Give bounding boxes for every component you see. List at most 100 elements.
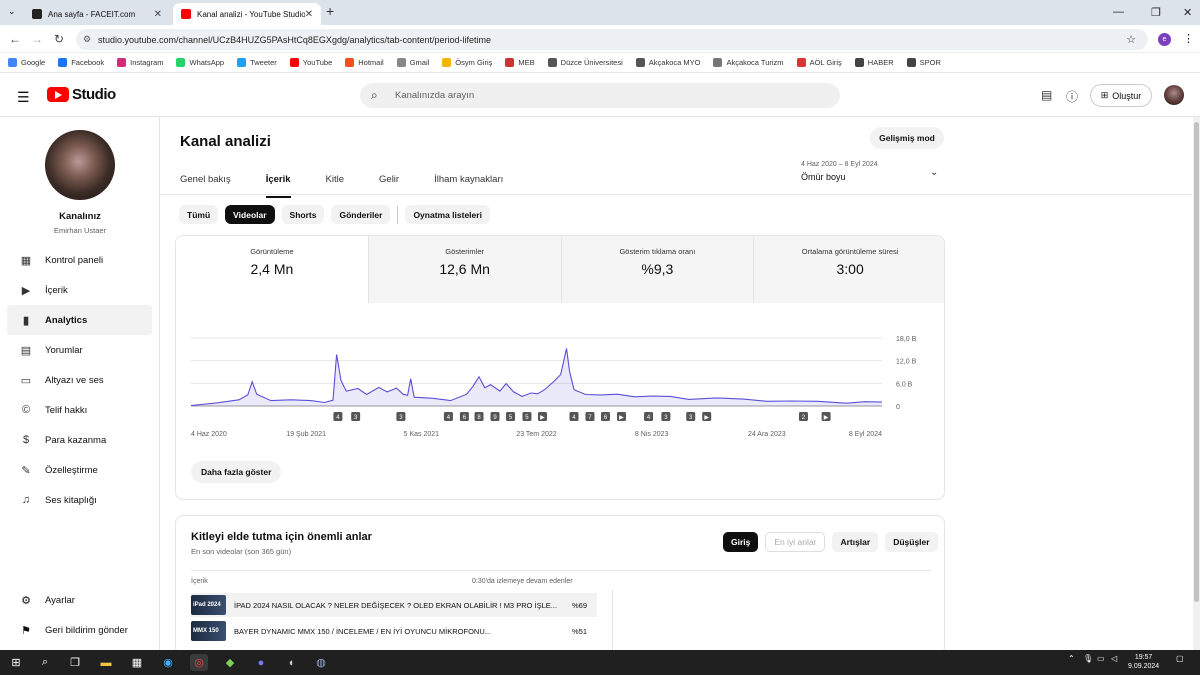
publish-marker[interactable]: 3: [686, 412, 696, 421]
steam-icon[interactable]: ◍: [312, 654, 330, 671]
chrome-icon[interactable]: ◎: [190, 654, 208, 671]
profile-avatar[interactable]: e: [1158, 33, 1171, 46]
sidebar-item-settings[interactable]: ⚙ Ayarlar: [7, 585, 152, 615]
app-icon[interactable]: ◖: [282, 654, 300, 671]
close-tab-icon[interactable]: ✕: [305, 9, 313, 20]
publish-marker[interactable]: 6: [459, 412, 469, 421]
network-icon[interactable]: ▭: [1097, 654, 1105, 663]
filter-chip[interactable]: Gönderiler: [331, 205, 391, 224]
tab-search-icon[interactable]: ⌄: [8, 6, 16, 17]
minimize-icon[interactable]: —: [1113, 6, 1124, 18]
bookmark-item[interactable]: AÖL Giriş: [796, 58, 842, 67]
studio-logo[interactable]: Studio: [47, 86, 116, 103]
metric-tab[interactable]: Gösterim tıklama oranı %9,3: [560, 236, 754, 303]
publish-marker[interactable]: 3: [351, 412, 361, 421]
sidebar-item-customization[interactable]: ✎ Özelleştirme: [7, 455, 152, 485]
help-icon[interactable]: ⓘ: [1066, 88, 1078, 105]
sidebar-item-monetization[interactable]: $ Para kazanma: [7, 425, 152, 455]
sidebar-item-copyright[interactable]: © Telif hakkı: [7, 395, 152, 425]
volume-icon[interactable]: ◁: [1111, 654, 1117, 663]
restore-icon[interactable]: ❐: [1151, 6, 1161, 19]
publish-marker[interactable]: 3: [396, 412, 406, 421]
publish-marker[interactable]: 6: [601, 412, 611, 421]
metric-tab[interactable]: Görüntüleme 2,4 Mn: [176, 236, 368, 303]
bookmark-item[interactable]: Gmail: [396, 58, 429, 67]
views-line-chart[interactable]: 18,0 B 12,0 B 6,0 B 0 4 Haz 2020 19 Şub 2021 5…: [176, 326, 945, 451]
advanced-mode-button[interactable]: Gelişmiş mod: [870, 127, 944, 149]
page-scrollbar[interactable]: [1193, 117, 1200, 650]
file-explorer-icon[interactable]: ▬: [97, 654, 115, 671]
sidebar-item-feedback[interactable]: ⚑ Geri bildirim gönder: [7, 615, 152, 645]
task-view-icon[interactable]: ❐: [66, 654, 84, 671]
tray-chevron-icon[interactable]: ⌃: [1068, 654, 1075, 663]
bookmark-item[interactable]: SPOR: [906, 58, 941, 67]
period-selector[interactable]: Ömür boyu: [801, 172, 846, 182]
new-tab-icon[interactable]: +: [326, 3, 334, 19]
publish-marker[interactable]: ▶: [537, 412, 547, 421]
sidebar-item-content[interactable]: ▶ İçerik: [7, 275, 152, 305]
show-more-button[interactable]: Daha fazla göster: [191, 461, 282, 483]
bookmark-item[interactable]: WhatsApp: [176, 58, 224, 67]
bookmark-item[interactable]: Facebook: [58, 58, 104, 67]
account-avatar[interactable]: [1164, 85, 1184, 105]
chevron-down-icon[interactable]: ⌄: [930, 167, 938, 178]
bookmark-item[interactable]: Akçakoca MYO: [635, 58, 700, 67]
publish-marker[interactable]: 5: [506, 412, 516, 421]
clock[interactable]: 19:57 9.09.2024: [1128, 653, 1159, 671]
sidebar-item-audio-library[interactable]: ♫ Ses kitaplığı: [7, 485, 152, 515]
scrollbar-thumb[interactable]: [1194, 122, 1199, 602]
publish-marker[interactable]: 7: [585, 412, 595, 421]
back-icon[interactable]: ←: [9, 32, 21, 46]
publish-marker[interactable]: ▶: [616, 412, 626, 421]
channel-avatar[interactable]: [45, 130, 115, 200]
publish-marker[interactable]: 4: [443, 412, 453, 421]
filter-chip[interactable]: Tümü: [179, 205, 219, 224]
close-tab-icon[interactable]: ✕: [154, 9, 162, 20]
bookmark-item[interactable]: Tweeter: [237, 58, 277, 67]
publish-marker[interactable]: 4: [644, 412, 654, 421]
sidebar-item-dashboard[interactable]: ▦ Kontrol paneli: [7, 245, 152, 275]
publish-marker[interactable]: ▶: [702, 412, 712, 421]
filter-chip[interactable]: Videolar: [225, 205, 275, 224]
notifications-icon[interactable]: ▢: [1176, 654, 1184, 663]
taskbar-search-icon[interactable]: ⌕: [36, 654, 54, 671]
publish-marker[interactable]: 3: [661, 412, 671, 421]
store-icon[interactable]: ▦: [128, 654, 146, 671]
bookmark-item[interactable]: HABER: [854, 58, 894, 67]
search-input[interactable]: ⌕ Kanalınızda arayın: [360, 83, 840, 108]
publish-marker[interactable]: 8: [474, 412, 484, 421]
window-close-icon[interactable]: ✕: [1183, 6, 1192, 19]
bookmark-item[interactable]: Ösym Giriş: [442, 58, 492, 67]
retention-button[interactable]: Giriş: [723, 532, 759, 552]
discord-icon[interactable]: ●: [252, 654, 270, 671]
bookmark-item[interactable]: MEB: [505, 58, 535, 67]
edge-icon[interactable]: ◉: [159, 654, 177, 671]
windows-start-icon[interactable]: ⊞: [7, 654, 25, 671]
sidebar-item-comments[interactable]: ▤ Yorumlar: [7, 335, 152, 365]
browser-tab-studio[interactable]: Kanal analizi - YouTube Studio ✕: [173, 3, 321, 25]
browser-tab-faceit[interactable]: Ana sayfa - FACEIT.com ✕: [24, 3, 170, 25]
menu-icon[interactable]: ☰: [17, 89, 30, 106]
forward-icon[interactable]: →: [31, 32, 43, 46]
url-bar[interactable]: ⚙ studio.youtube.com/channel/UCzB4HUZG5P…: [76, 29, 1148, 50]
bookmark-item[interactable]: YouTube: [289, 58, 332, 67]
bookmark-item[interactable]: Akçakoca Turizm: [713, 58, 784, 67]
bookmark-item[interactable]: Instagram: [117, 58, 163, 67]
filter-chip[interactable]: Shorts: [281, 205, 325, 224]
table-row[interactable]: MMX 150 BAYER DYNAMIC MMX 150 / İNCELEME …: [191, 619, 597, 643]
bookmark-star-icon[interactable]: ☆: [1126, 33, 1136, 46]
bookmark-item[interactable]: Google: [8, 58, 45, 67]
sidebar-item-analytics[interactable]: ▮ Analytics: [7, 305, 152, 335]
metric-tab[interactable]: Gösterimler 12,6 Mn: [367, 236, 561, 303]
publish-marker[interactable]: 9: [490, 412, 500, 421]
metric-tab[interactable]: Ortalama görüntüleme süresi 3:00: [753, 236, 944, 303]
retention-button[interactable]: Düşüşler: [885, 532, 938, 552]
publish-marker[interactable]: 4: [333, 412, 343, 421]
publish-marker[interactable]: ▶: [821, 412, 831, 421]
retention-button[interactable]: Artışlar: [832, 532, 879, 552]
bookmark-item[interactable]: Düzce Üniversitesi: [547, 58, 623, 67]
messages-icon[interactable]: ▤: [1041, 88, 1052, 102]
publish-marker[interactable]: 5: [522, 412, 532, 421]
browser-menu-icon[interactable]: ⋮: [1183, 32, 1194, 45]
publish-marker[interactable]: 4: [569, 412, 579, 421]
